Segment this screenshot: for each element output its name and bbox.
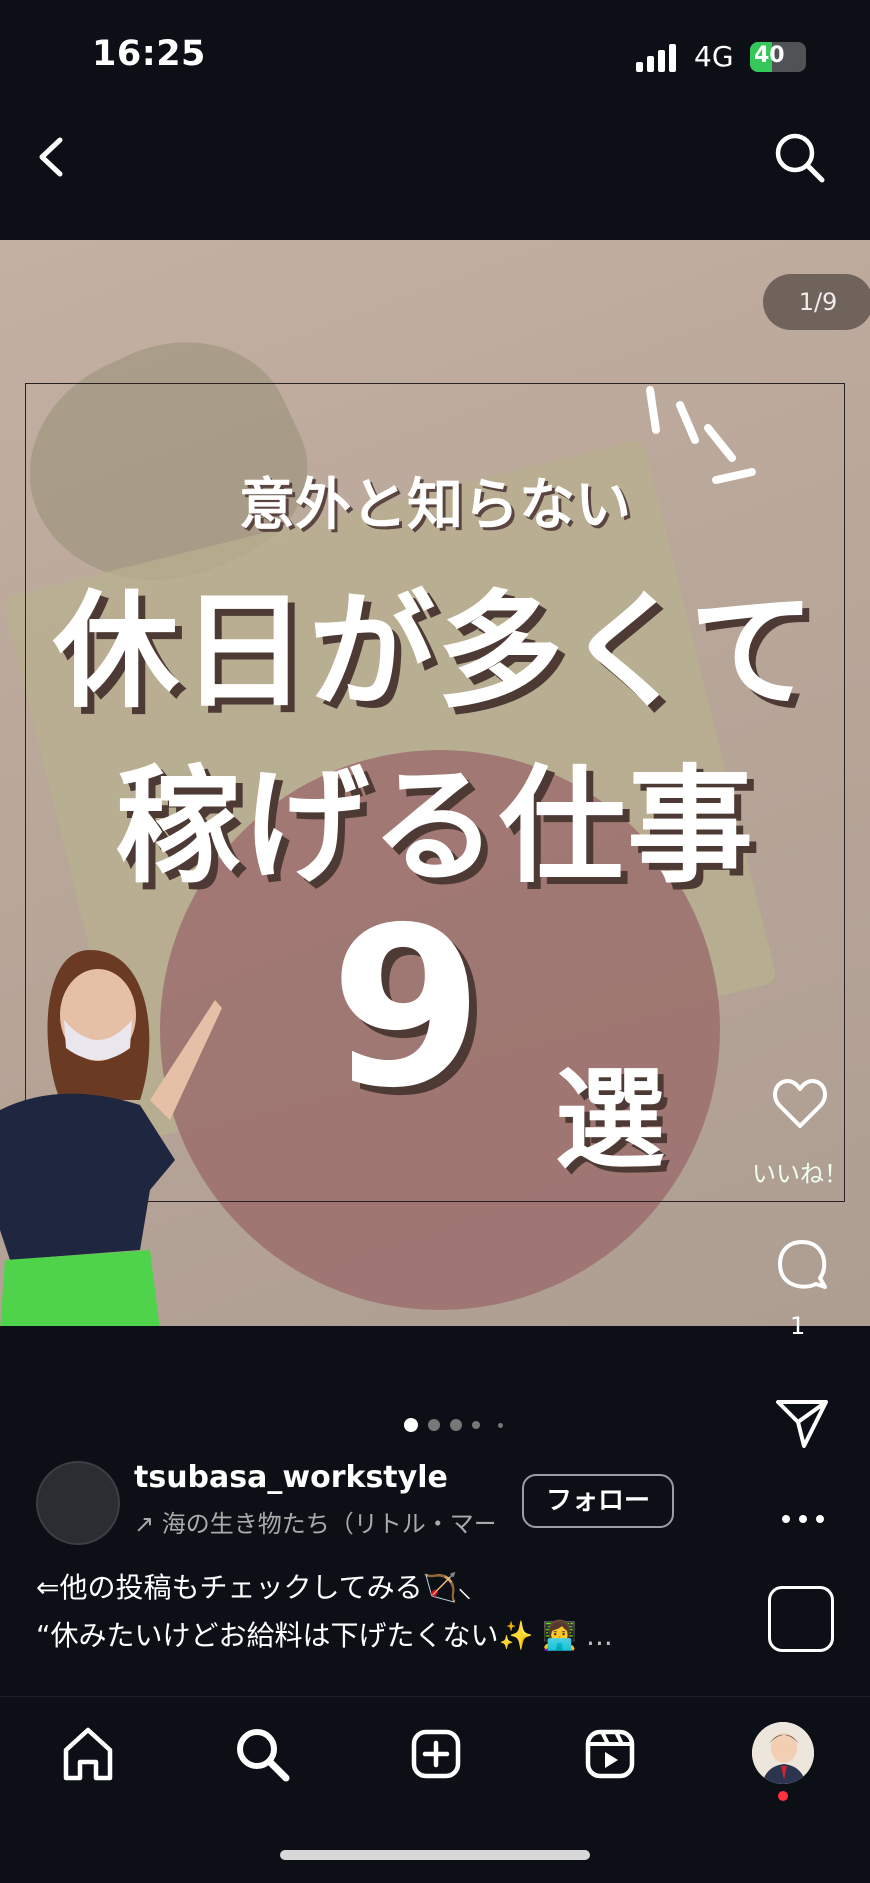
carousel-dot [428,1419,440,1431]
title-line-2: 休日が多くて [52,578,818,725]
more-icon[interactable] [776,1505,830,1533]
share-icon[interactable] [774,1398,830,1450]
username[interactable]: tsubasa_workstyle [134,1460,448,1495]
heart-icon[interactable] [772,1076,828,1132]
back-icon[interactable] [32,132,72,182]
music-track[interactable]: ↗ 海の生き物たち（リトル・マー [134,1504,494,1539]
caption-text: “休みたいけどお給料は下げたくない✨ 👩‍💻 [36,1619,578,1652]
title-number: 9 [330,880,484,1136]
user-avatar[interactable] [36,1461,120,1545]
search-icon[interactable] [772,130,826,184]
caption-line-1: ⇐他の投稿もチェックしてみる🏹⸜ [36,1571,472,1604]
comment-icon[interactable] [776,1238,828,1290]
carousel-dot-active [404,1418,418,1432]
network-type: 4G [694,40,734,73]
create-icon[interactable] [406,1724,466,1784]
carousel-dot [498,1423,503,1428]
home-indicator [280,1850,590,1860]
battery-percent: 40 [754,43,785,68]
signal-icon [636,44,676,72]
title-line-1: 意外と知らない [239,473,631,538]
status-time: 16:25 [92,34,206,74]
like-label: いいね！ [752,1160,848,1188]
carousel-dot [472,1421,480,1429]
notification-dot [778,1791,788,1801]
caption-line-2: “休みたいけどお給料は下げたくない✨ 👩‍💻 ... [36,1614,613,1654]
battery-icon: 40 [750,42,806,72]
home-icon[interactable] [58,1724,118,1784]
carousel-dot [450,1419,462,1431]
caption-more-link[interactable]: ... [586,1619,613,1652]
save-icon[interactable] [768,1586,834,1652]
comment-count: 1 [790,1312,806,1340]
woman-illustration [0,950,222,1326]
search-tab-icon[interactable] [232,1724,292,1784]
profile-avatar[interactable] [752,1722,814,1784]
page-indicator: 1/9 [763,274,870,330]
post-image[interactable]: 1/9 意外と知らない 休日が多くて 稼げる仕事 9 選 [0,240,870,1326]
follow-button[interactable]: フォロー [522,1474,674,1528]
title-suffix: 選 [555,1056,665,1184]
reels-icon[interactable] [580,1724,640,1784]
